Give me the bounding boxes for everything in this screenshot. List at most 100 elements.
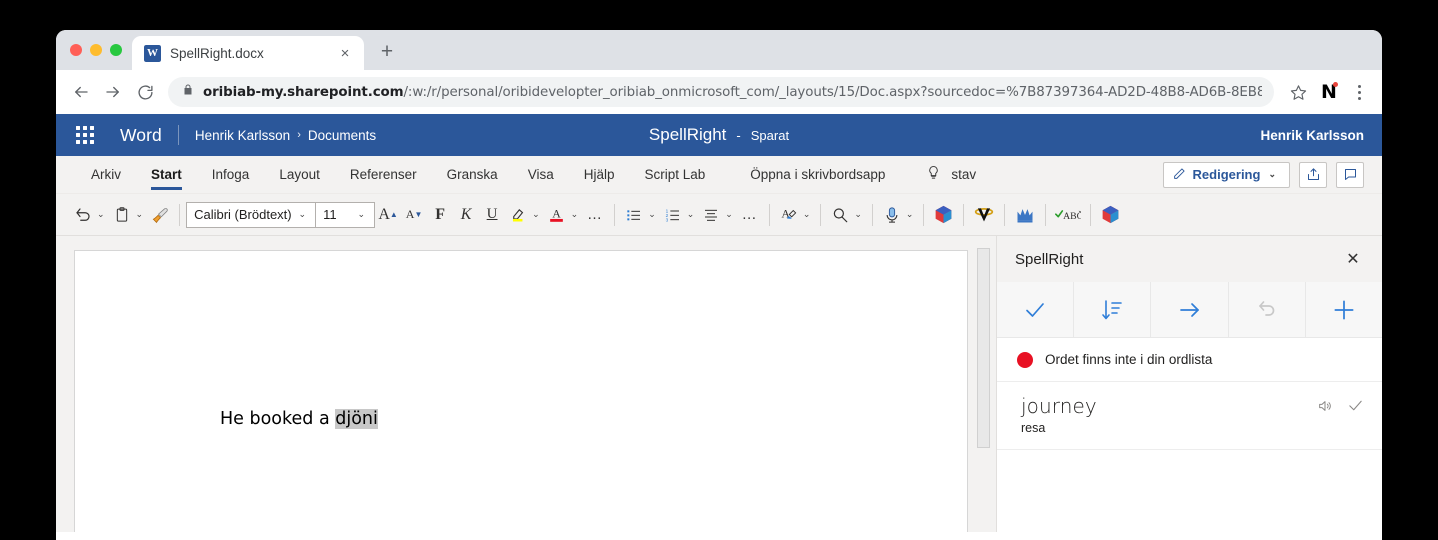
ribbon-tab-layout[interactable]: Layout [264,156,335,194]
document-paragraph[interactable]: He booked a djöni [220,409,378,429]
format-painter-button[interactable] [147,200,173,230]
undo-button[interactable] [70,200,96,230]
word-app-header: Word Henrik Karlsson › Documents SpellRi… [56,114,1382,156]
paste-button[interactable] [109,200,135,230]
minimize-window-button[interactable] [90,44,102,56]
align-button[interactable] [698,200,724,230]
next-button[interactable] [1151,282,1229,337]
grow-font-button[interactable]: A ▲ [375,200,401,230]
close-window-button[interactable] [70,44,82,56]
window-controls [68,30,132,70]
font-size-value: 11 [323,207,337,222]
suggestion-item[interactable]: journey resa [997,382,1382,450]
toolbar-divider [1004,203,1006,226]
align-dropdown-icon[interactable]: ⌄ [724,209,737,220]
reload-button[interactable] [130,77,160,107]
toolbar-divider [963,203,965,226]
browser-menu-icon[interactable] [1346,77,1372,107]
app-launcher-icon[interactable] [76,126,94,144]
close-icon[interactable]: ✕ [1340,246,1366,272]
open-in-desktop-app-button[interactable]: Öppna i skrivbordsapp [720,156,900,194]
highlight-button[interactable] [505,200,531,230]
address-bar[interactable]: oribiab-my.sharepoint.com/:w:/r/personal… [168,77,1274,107]
bold-button[interactable]: F [427,200,453,230]
browser-tab-strip: W SpellRight.docx × + [56,30,1382,70]
undo-dropdown-icon[interactable]: ⌄ [96,209,109,220]
ribbon-right-group: Redigering ⌄ [1162,161,1364,188]
font-color-dropdown-icon[interactable]: ⌄ [570,209,583,220]
speaker-icon[interactable] [1317,398,1333,419]
breadcrumb-owner[interactable]: Henrik Karlsson [195,128,290,143]
find-dropdown-icon[interactable]: ⌄ [853,209,866,220]
dictate-button[interactable] [879,200,905,230]
shrink-font-button[interactable]: A ▼ [401,200,427,230]
document-scrollbar[interactable] [977,236,990,532]
selected-word[interactable]: djöni [335,409,378,429]
suggestion-word[interactable]: journey [1021,394,1362,418]
header-divider [177,125,179,145]
numbered-list-dropdown-icon[interactable]: ⌄ [686,209,699,220]
bookmark-star-icon[interactable] [1284,78,1312,106]
lock-icon [182,83,194,101]
browser-tab[interactable]: W SpellRight.docx × [132,36,364,70]
document-page[interactable]: He booked a djöni [74,250,968,532]
lightbulb-icon [926,164,941,186]
styles-button[interactable]: A [776,200,802,230]
highlight-dropdown-icon[interactable]: ⌄ [531,209,544,220]
breadcrumb-separator-icon: › [297,129,301,141]
italic-button[interactable]: K [453,200,479,230]
back-button[interactable] [66,77,96,107]
save-status-label[interactable]: Sparat [751,128,789,143]
accept-check-button[interactable] [997,282,1075,337]
cube-addin-icon[interactable] [1097,200,1124,230]
app-name-label[interactable]: Word [120,125,162,146]
spellcheck-abc-icon[interactable]: ABČ [1052,200,1084,230]
breadcrumb-folder[interactable]: Documents [308,128,376,143]
add-to-dictionary-button[interactable] [1306,282,1382,337]
underline-button[interactable]: U [479,200,505,230]
cube-addin-icon[interactable] [930,200,957,230]
more-font-options-button[interactable]: … [582,200,608,230]
bullet-list-button[interactable] [621,200,647,230]
styles-dropdown-icon[interactable]: ⌄ [802,209,815,220]
ribbon-tab-visa[interactable]: Visa [513,156,569,194]
forward-button[interactable] [98,77,128,107]
more-paragraph-options-button[interactable]: … [737,200,763,230]
grow-font-label: A [378,205,390,223]
ribbon-tab-script-lab[interactable]: Script Lab [629,156,720,194]
ribbon-tab-arkiv[interactable]: Arkiv [76,156,136,194]
ribbon-tab-hjalp[interactable]: Hjälp [569,156,630,194]
close-tab-icon[interactable]: × [334,42,356,64]
bullet-list-dropdown-icon[interactable]: ⌄ [647,209,660,220]
font-color-button[interactable]: A [544,200,570,230]
dictate-dropdown-icon[interactable]: ⌄ [905,209,918,220]
ribbon-tab-infoga[interactable]: Infoga [197,156,265,194]
suggestion-translation: resa [1021,421,1046,435]
v-addin-icon[interactable] [970,200,998,230]
accept-suggestion-icon[interactable] [1347,397,1364,419]
ribbon-tab-referenser[interactable]: Referenser [335,156,432,194]
url-path: /:w:/r/personal/oribidevelopter_oribiab_… [403,84,1263,100]
crown-addin-icon[interactable] [1011,200,1039,230]
font-name-select[interactable]: Calibri (Brödtext) ⌄ [187,203,315,227]
find-button[interactable] [827,200,853,230]
editing-mode-button[interactable]: Redigering ⌄ [1162,161,1290,188]
maximize-window-button[interactable] [110,44,122,56]
new-tab-button[interactable]: + [372,37,402,67]
profile-avatar[interactable]: N [1314,77,1344,107]
numbered-list-button[interactable]: 123 [660,200,686,230]
ribbon-tab-start[interactable]: Start [136,156,197,194]
ribbon-tab-granska[interactable]: Granska [432,156,513,194]
task-pane-header: SpellRight ✕ [997,236,1382,282]
comments-button[interactable] [1336,161,1364,188]
header-user-name[interactable]: Henrik Karlsson [1260,128,1364,143]
paste-dropdown-icon[interactable]: ⌄ [135,209,148,220]
share-button[interactable] [1299,161,1327,188]
font-size-select[interactable]: 11 ⌄ [316,203,374,227]
sort-button[interactable] [1074,282,1152,337]
undo-button[interactable] [1229,282,1306,337]
scrollbar-thumb[interactable] [977,248,990,448]
pencil-icon [1173,167,1186,183]
document-title[interactable]: SpellRight [649,125,727,145]
tell-me-search[interactable]: stav [926,164,976,186]
